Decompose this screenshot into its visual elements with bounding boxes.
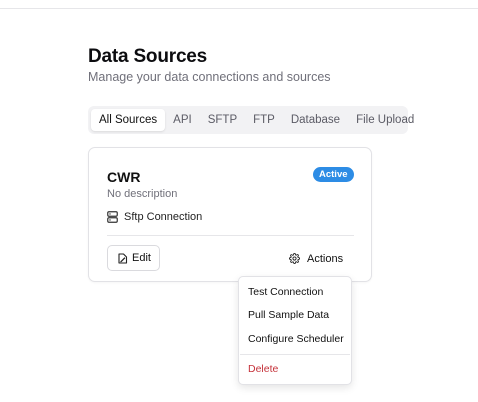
connection-type-label: Sftp Connection: [124, 211, 203, 223]
server-icon: [107, 211, 118, 223]
edit-icon: [117, 252, 128, 264]
menu-separator: [240, 354, 350, 355]
menu-item-pull-sample-data[interactable]: Pull Sample Data: [248, 309, 329, 321]
edit-button[interactable]: Edit: [107, 245, 160, 271]
tab-ftp[interactable]: FTP: [245, 109, 283, 131]
source-type-tabs: All Sources API SFTP FTP Database File U…: [88, 106, 414, 134]
gear-icon: [289, 253, 300, 264]
actions-dropdown-menu: Test Connection Pull Sample Data Configu…: [238, 276, 352, 385]
menu-item-test-connection[interactable]: Test Connection: [248, 286, 323, 298]
connection-type: Sftp Connection: [107, 211, 202, 223]
page-title: Data Sources: [88, 46, 208, 67]
edit-button-label: Edit: [132, 252, 151, 264]
menu-item-configure-scheduler[interactable]: Configure Scheduler: [248, 333, 344, 345]
data-source-card: CWR Active No description Sftp Connectio…: [88, 147, 372, 282]
actions-button-label: Actions: [307, 252, 344, 265]
top-bar: [0, 0, 478, 9]
status-badge: Active: [313, 167, 354, 182]
card-divider: [107, 235, 354, 236]
source-name: CWR: [107, 169, 141, 185]
tab-file-upload[interactable]: File Upload: [348, 109, 422, 131]
page-subtitle: Manage your data connections and sources: [88, 70, 331, 84]
tab-all-sources[interactable]: All Sources: [91, 109, 166, 131]
actions-button[interactable]: Actions: [289, 249, 343, 268]
tab-database[interactable]: Database: [283, 109, 348, 131]
tab-api[interactable]: API: [165, 109, 200, 131]
menu-item-delete[interactable]: Delete: [248, 363, 278, 375]
tab-sftp[interactable]: SFTP: [200, 109, 245, 131]
source-description: No description: [107, 188, 178, 200]
